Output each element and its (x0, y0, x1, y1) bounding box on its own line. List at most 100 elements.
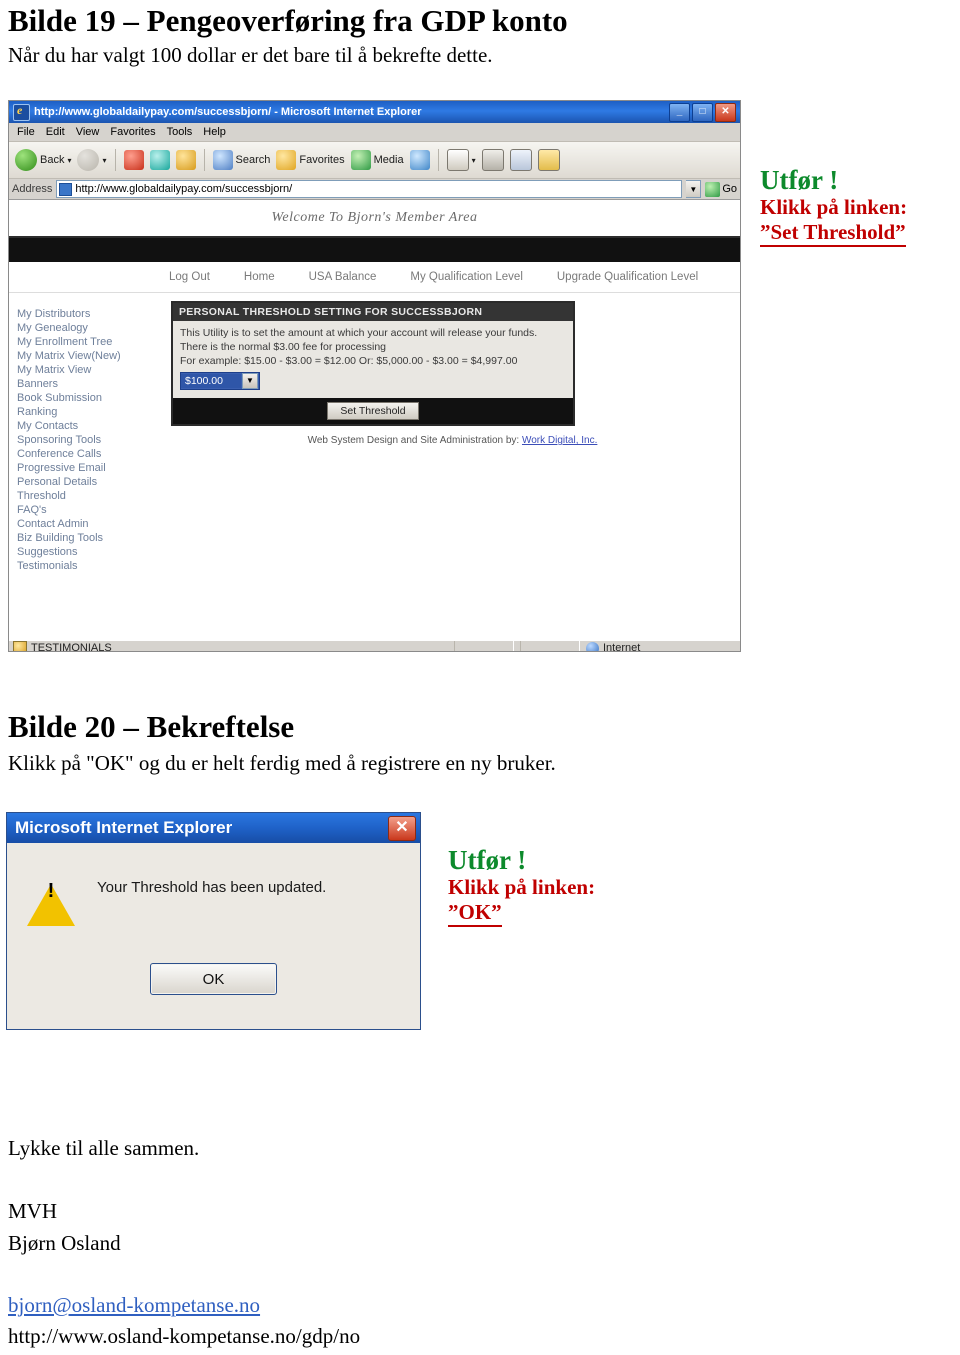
forward-button[interactable]: ▾ (77, 149, 107, 171)
dialog-button-row: OK (7, 963, 420, 995)
sidebar-item-sponsoring-tools[interactable]: Sponsoring Tools (17, 433, 167, 447)
site-nav: Log Out Home USA Balance My Qualificatio… (9, 262, 740, 293)
sidebar-item-testimonials[interactable]: Testimonials (17, 559, 167, 573)
refresh-icon[interactable] (149, 150, 170, 170)
web-page: Welcome To Bjorn's Member Area Log Out H… (9, 200, 740, 641)
callout1-link: ”Set Threshold” (760, 220, 906, 247)
section2-title: Bilde 20 – Bekreftelse (8, 709, 295, 744)
globe-icon (586, 641, 599, 651)
sidebar-item-suggestions[interactable]: Suggestions (17, 545, 167, 559)
media-button[interactable]: Media (350, 150, 404, 170)
browser-toolbar: Back ▾ ▾ Search Favorites Media ▾ (9, 142, 740, 179)
warning-exclamation: ! (47, 880, 55, 902)
callout-2: Utfør ! Klikk på linken: ”OK” (448, 845, 708, 927)
home-icon[interactable] (175, 150, 196, 170)
back-arrow-icon (15, 149, 37, 171)
toolbar-divider-3 (437, 149, 439, 171)
sidebar-item-ranking[interactable]: Ranking (17, 405, 167, 419)
nav-usa-balance[interactable]: USA Balance (309, 271, 377, 283)
nav-upgrade-qualification-level[interactable]: Upgrade Qualification Level (557, 271, 698, 283)
favorites-button[interactable]: Favorites (276, 150, 345, 170)
chevron-down-icon: ▾ (67, 155, 72, 165)
go-label: Go (722, 183, 737, 195)
document-page: Bilde 19 – Pengeoverføring fra GDP konto… (0, 0, 960, 1355)
sidebar-item-my-contacts[interactable]: My Contacts (17, 419, 167, 433)
menu-view[interactable]: View (76, 126, 100, 138)
media-icon (350, 150, 371, 170)
close-button[interactable]: ✕ (715, 102, 736, 122)
maximize-button[interactable]: □ (692, 102, 713, 122)
browser-menubar: File Edit View Favorites Tools Help (9, 123, 740, 142)
status-zone-text: Internet (603, 642, 641, 652)
menu-favorites[interactable]: Favorites (110, 126, 155, 138)
chevron-down-icon-select[interactable]: ▼ (241, 373, 258, 389)
sidebar-item-my-genealogy[interactable]: My Genealogy (17, 321, 167, 335)
nav-log-out[interactable]: Log Out (169, 271, 210, 283)
stop-icon[interactable] (123, 150, 144, 170)
callout1-action: Utfør ! (760, 165, 839, 195)
footer-line-1: Lykke til alle sammen. (8, 1136, 200, 1160)
site-footer: Web System Design and Site Administratio… (171, 426, 734, 446)
sidebar-item-contact-admin[interactable]: Contact Admin (17, 517, 167, 531)
nav-my-qualification-level[interactable]: My Qualification Level (410, 271, 523, 283)
toolbar-divider-2 (203, 149, 205, 171)
status-zone: Internet (586, 641, 736, 652)
back-label: Back (40, 154, 65, 166)
set-threshold-button[interactable]: Set Threshold (327, 402, 419, 420)
email-link[interactable]: bjorn@osland-kompetanse.no (8, 1293, 260, 1317)
browser-titlebar: http://www.globaldailypay.com/successbjo… (9, 101, 740, 123)
threshold-select[interactable]: $100.00 ▼ (180, 372, 260, 390)
print-icon[interactable] (481, 149, 504, 171)
search-icon (212, 150, 233, 170)
menu-edit[interactable]: Edit (46, 126, 65, 138)
footer-email: bjorn@osland-kompetanse.no (8, 1292, 260, 1318)
minimize-button[interactable]: _ (669, 102, 690, 122)
site-sidebar: My Distributors My Genealogy My Enrollme… (9, 293, 167, 641)
threshold-line-1: This Utility is to set the amount at whi… (180, 327, 538, 339)
threshold-line-2: There is the normal $3.00 fee for proces… (180, 341, 387, 353)
browser-addressbar: Address http://www.globaldailypay.com/su… (9, 179, 740, 200)
mail-button[interactable]: ▾ (446, 149, 476, 171)
sidebar-item-my-matrix-view[interactable]: My Matrix View (17, 363, 167, 377)
sidebar-item-biz-building-tools[interactable]: Biz Building Tools (17, 531, 167, 545)
status-pane-2 (520, 640, 580, 651)
sidebar-item-progressive-email[interactable]: Progressive Email (17, 461, 167, 475)
forward-arrow-icon (77, 149, 100, 171)
site-footer-text: Web System Design and Site Administratio… (307, 435, 520, 446)
sidebar-item-my-enrollment-tree[interactable]: My Enrollment Tree (17, 335, 167, 349)
sidebar-item-my-matrix-view-new[interactable]: My Matrix View(New) (17, 349, 167, 363)
site-black-divider (9, 238, 740, 262)
status-document-text: TESTIMONIALS (31, 642, 112, 652)
search-button[interactable]: Search (212, 150, 270, 170)
history-icon[interactable] (409, 150, 430, 170)
sidebar-item-book-submission[interactable]: Book Submission (17, 391, 167, 405)
callout1-instruction: Klikk på linken: (760, 195, 908, 219)
messenger-icon[interactable] (537, 149, 560, 171)
dialog-close-button[interactable]: ✕ (388, 815, 416, 841)
ok-button[interactable]: OK (150, 963, 277, 995)
dialog-message: Your Threshold has been updated. (97, 879, 327, 896)
section1-subtitle: Når du har valgt 100 dollar er det bare … (8, 43, 493, 67)
address-dropdown-icon[interactable]: ▼ (686, 180, 702, 198)
page-favicon-icon (59, 182, 73, 196)
menu-file[interactable]: File (17, 126, 35, 138)
footer-line-2: MVH (8, 1199, 58, 1223)
sidebar-item-faqs[interactable]: FAQ's (17, 503, 167, 517)
menu-tools[interactable]: Tools (167, 126, 193, 138)
back-button[interactable]: Back ▾ (15, 149, 71, 171)
threshold-line-3: For example: $15.00 - $3.00 = $12.00 Or:… (180, 355, 518, 367)
sidebar-item-personal-details[interactable]: Personal Details (17, 475, 167, 489)
nav-home[interactable]: Home (244, 271, 275, 283)
star-icon (276, 150, 297, 170)
address-input[interactable]: http://www.globaldailypay.com/successbjo… (56, 180, 683, 198)
sidebar-item-conference-calls[interactable]: Conference Calls (17, 447, 167, 461)
menu-help[interactable]: Help (203, 126, 226, 138)
go-arrow-icon (705, 181, 721, 197)
site-footer-link[interactable]: Work Digital, Inc. (522, 435, 597, 446)
sidebar-item-threshold[interactable]: Threshold (17, 489, 167, 503)
sidebar-item-my-distributors[interactable]: My Distributors (17, 307, 167, 321)
threshold-panel-body: This Utility is to set the amount at whi… (173, 321, 573, 398)
edit-icon[interactable] (509, 149, 532, 171)
sidebar-item-banners[interactable]: Banners (17, 377, 167, 391)
go-button[interactable]: Go (705, 181, 737, 197)
